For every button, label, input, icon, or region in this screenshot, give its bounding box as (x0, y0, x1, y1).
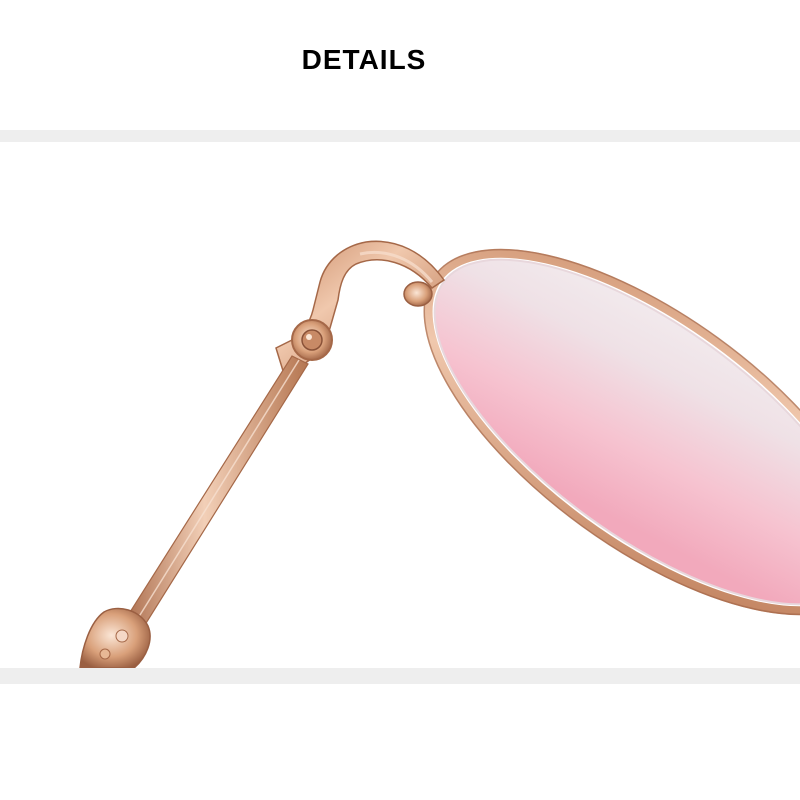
hinge-screw (291, 319, 333, 361)
bottom-divider-band (0, 668, 800, 684)
top-divider-band (0, 130, 800, 142)
temple-arm (119, 355, 309, 637)
product-detail-page: DETAILS (0, 0, 800, 800)
product-photo (0, 142, 800, 668)
section-title: DETAILS (301, 44, 427, 75)
sunglasses-closeup-illustration (79, 240, 800, 668)
temple-tip-joint (79, 607, 151, 668)
